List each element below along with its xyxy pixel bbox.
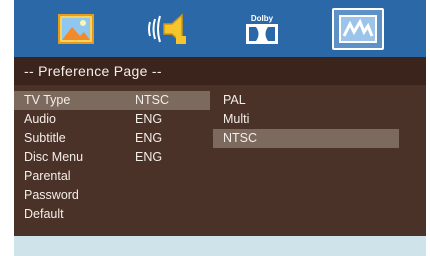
submenu-option-pal[interactable]: PAL	[213, 91, 399, 110]
menu-item-parental[interactable]: Parental	[14, 167, 210, 186]
preference-menu: TV Type NTSC Audio ENG Subtitle ENG Disc…	[14, 85, 426, 236]
page-title: -- Preference Page --	[14, 57, 426, 85]
help-bar	[14, 236, 426, 256]
menu-item-value: ENG	[135, 150, 163, 164]
dolby-label: Dolby	[250, 13, 274, 23]
menu-item-value: ENG	[135, 131, 163, 145]
dolby-icon[interactable]: Dolby	[236, 8, 288, 50]
submenu-option-multi[interactable]: Multi	[213, 110, 399, 129]
picture-icon[interactable]	[50, 8, 102, 50]
menu-item-label: Parental	[24, 169, 71, 183]
menu-item-default[interactable]: Default	[14, 205, 210, 224]
menu-item-disc-menu[interactable]: Disc Menu ENG	[14, 148, 210, 167]
audio-speaker-icon[interactable]	[142, 8, 194, 50]
setup-icon-bar: Dolby	[14, 0, 426, 57]
menu-item-label: TV Type	[24, 93, 71, 107]
menu-item-label: Subtitle	[24, 131, 66, 145]
menu-item-label: Default	[24, 207, 64, 221]
menu-item-label: Disc Menu	[24, 150, 84, 164]
submenu-option-ntsc[interactable]: NTSC	[213, 129, 399, 148]
menu-item-label: Password	[24, 188, 79, 202]
menu-item-subtitle[interactable]: Subtitle ENG	[14, 129, 210, 148]
menu-item-audio[interactable]: Audio ENG	[14, 110, 210, 129]
menu-item-value: NTSC	[135, 93, 170, 107]
preference-icon[interactable]	[332, 8, 384, 50]
menu-item-password[interactable]: Password	[14, 186, 210, 205]
menu-item-tv-type[interactable]: TV Type NTSC	[14, 91, 210, 110]
dvd-setup-screen: Dolby -- Preference Page -- TV Type NTSC…	[14, 0, 426, 256]
menu-item-value: ENG	[135, 112, 163, 126]
menu-item-label: Audio	[24, 112, 56, 126]
